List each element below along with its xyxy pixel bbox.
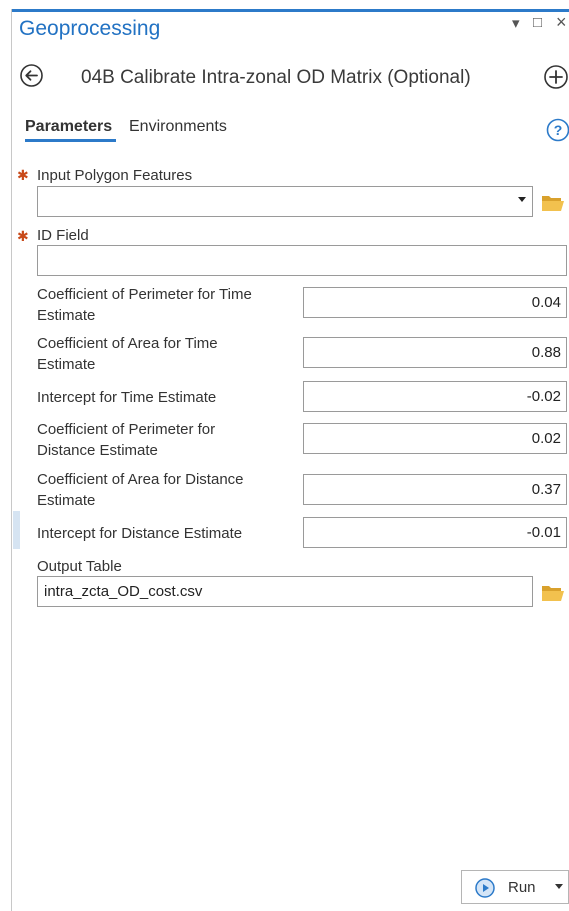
id-field-input[interactable] (37, 245, 567, 276)
maximize-icon[interactable]: □ (533, 14, 542, 31)
pane-top-accent (11, 9, 569, 12)
tool-title: 04B Calibrate Intra-zonal OD Matrix (Opt… (81, 67, 471, 88)
intercept-time-label: Intercept for Time Estimate (37, 389, 217, 406)
chevron-down-icon[interactable] (555, 884, 563, 889)
output-table-input[interactable]: intra_zcta_OD_cost.csv (37, 576, 533, 607)
coef-area-time-input[interactable]: 0.88 (303, 337, 567, 368)
coef-perimeter-distance-label-line1: Coefficient of Perimeter for (37, 421, 216, 438)
intercept-distance-input[interactable]: -0.01 (303, 517, 567, 548)
svg-text:?: ? (554, 122, 563, 138)
input-polygon-label: Input Polygon Features (37, 167, 193, 184)
run-button-label: Run (508, 879, 536, 896)
run-button[interactable]: Run (461, 870, 569, 904)
required-marker: ✱ (17, 228, 29, 244)
coef-perimeter-time-label-line1: Coefficient of Perimeter for Time (37, 286, 252, 303)
output-table-value: intra_zcta_OD_cost.csv (44, 583, 203, 600)
coef-perimeter-time-label-line2: Estimate (37, 307, 96, 324)
pane-left-border (11, 9, 12, 911)
folder-open-icon[interactable] (541, 192, 565, 212)
close-icon[interactable]: × (556, 12, 567, 33)
intercept-distance-label: Intercept for Distance Estimate (37, 525, 243, 542)
tab-environments[interactable]: Environments (129, 118, 227, 136)
pane-title: Geoprocessing (19, 17, 161, 40)
help-icon[interactable]: ? (546, 118, 569, 142)
coef-area-distance-input[interactable]: 0.37 (303, 474, 567, 505)
coef-area-distance-label: Coefficient of Area for Distance Estimat… (37, 469, 244, 511)
play-circle-icon (475, 878, 495, 898)
back-arrow-icon[interactable] (19, 63, 44, 88)
tab-parameters-underline (25, 139, 116, 142)
required-marker: ✱ (17, 167, 29, 183)
coef-area-time-label-line2: Estimate (37, 356, 96, 373)
id-field-label: ID Field (37, 227, 89, 244)
geoprocessing-pane: Geoprocessing ▾ □ × 04B Calibrate Intra-… (0, 0, 569, 911)
coef-perimeter-distance-label: Coefficient of Perimeter for Distance Es… (37, 419, 215, 461)
coef-perimeter-time-input[interactable]: 0.04 (303, 287, 567, 318)
chevron-down-icon (518, 197, 526, 202)
input-polygon-dropdown[interactable] (37, 186, 533, 217)
coef-perimeter-time-label: Coefficient of Perimeter for Time Estima… (37, 284, 252, 326)
add-circle-icon[interactable] (543, 64, 569, 90)
intercept-time-input[interactable]: -0.02 (303, 381, 567, 412)
coef-perimeter-distance-label-line2: Distance Estimate (37, 442, 158, 459)
coef-area-distance-label-line1: Coefficient of Area for Distance (37, 471, 244, 488)
pane-options-dropdown-icon[interactable]: ▾ (512, 14, 520, 32)
tab-parameters[interactable]: Parameters (25, 118, 112, 136)
output-table-label: Output Table (37, 558, 122, 575)
coef-area-time-label-line1: Coefficient of Area for Time (37, 335, 218, 352)
coef-area-distance-label-line2: Estimate (37, 492, 96, 509)
folder-open-icon[interactable] (541, 582, 565, 602)
coef-perimeter-distance-input[interactable]: 0.02 (303, 423, 567, 454)
coef-area-time-label: Coefficient of Area for Time Estimate (37, 333, 218, 375)
selected-parameter-marker (13, 511, 20, 549)
